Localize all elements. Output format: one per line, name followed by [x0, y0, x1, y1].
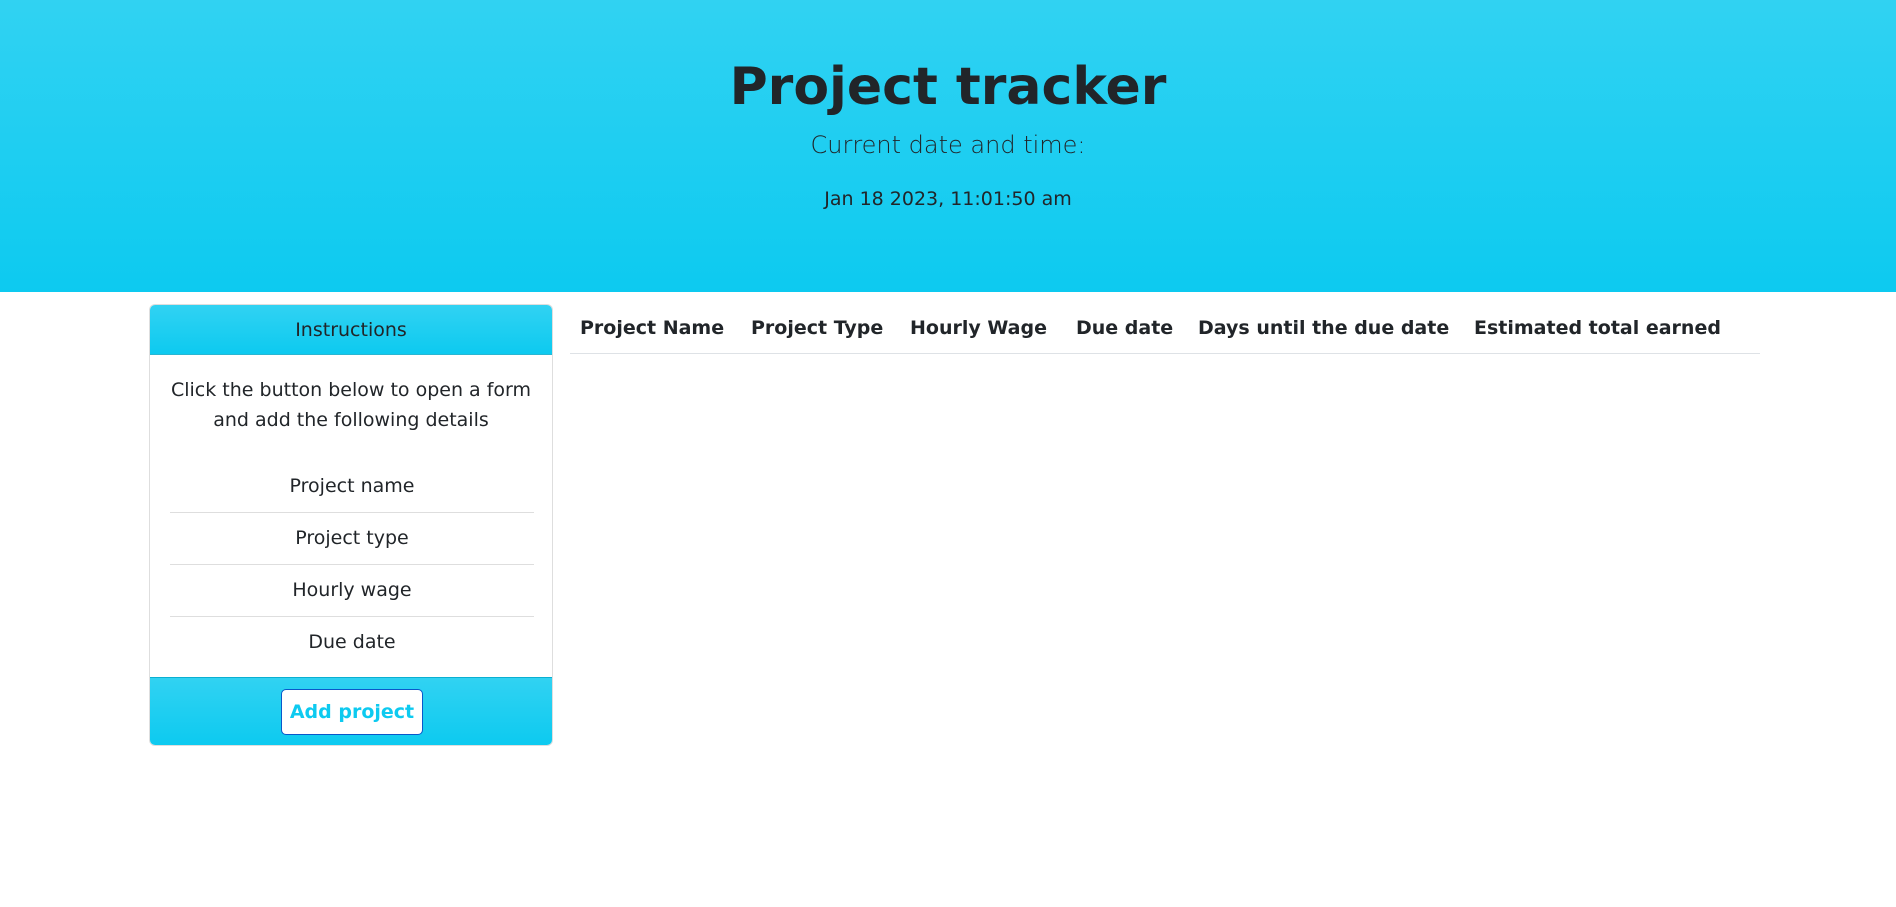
- page-subtitle: Current date and time:: [810, 131, 1086, 159]
- list-item-hourly-wage: Hourly wage: [170, 565, 534, 617]
- instructions-card-header: Instructions: [150, 305, 552, 355]
- column-header-due-date: Due date: [1066, 304, 1188, 354]
- add-project-button[interactable]: Add project: [281, 689, 423, 735]
- header-banner: Project tracker Current date and time: J…: [0, 0, 1896, 292]
- current-datetime: Jan 18 2023, 11:01:50 am: [824, 188, 1072, 210]
- page-title: Project tracker: [729, 57, 1167, 117]
- list-item-due-date: Due date: [308, 631, 396, 653]
- table-header-row: Project Name Project Type Hourly Wage Du…: [570, 304, 1760, 354]
- list-item-project-type: Project type: [170, 513, 534, 565]
- column-header-hourly-wage: Hourly Wage: [900, 304, 1066, 354]
- column-header-project-name: Project Name: [570, 304, 741, 354]
- projects-table-container: Project Name Project Type Hourly Wage Du…: [570, 304, 1760, 354]
- projects-table-head: Project Name Project Type Hourly Wage Du…: [570, 304, 1760, 354]
- projects-table: Project Name Project Type Hourly Wage Du…: [570, 304, 1760, 354]
- column-header-estimated-total: Estimated total earned: [1464, 304, 1760, 354]
- column-header-days-until-due: Days until the due date: [1188, 304, 1464, 354]
- instructions-list: Project name Project type Hourly wage Du…: [170, 461, 534, 668]
- list-item-project-name: Project name: [170, 461, 534, 513]
- column-header-project-type: Project Type: [741, 304, 900, 354]
- instructions-card-footer: Add project: [150, 677, 552, 745]
- instructions-text: Click the button below to open a form an…: [170, 379, 532, 431]
- instructions-card: Instructions Click the button below to o…: [149, 304, 553, 746]
